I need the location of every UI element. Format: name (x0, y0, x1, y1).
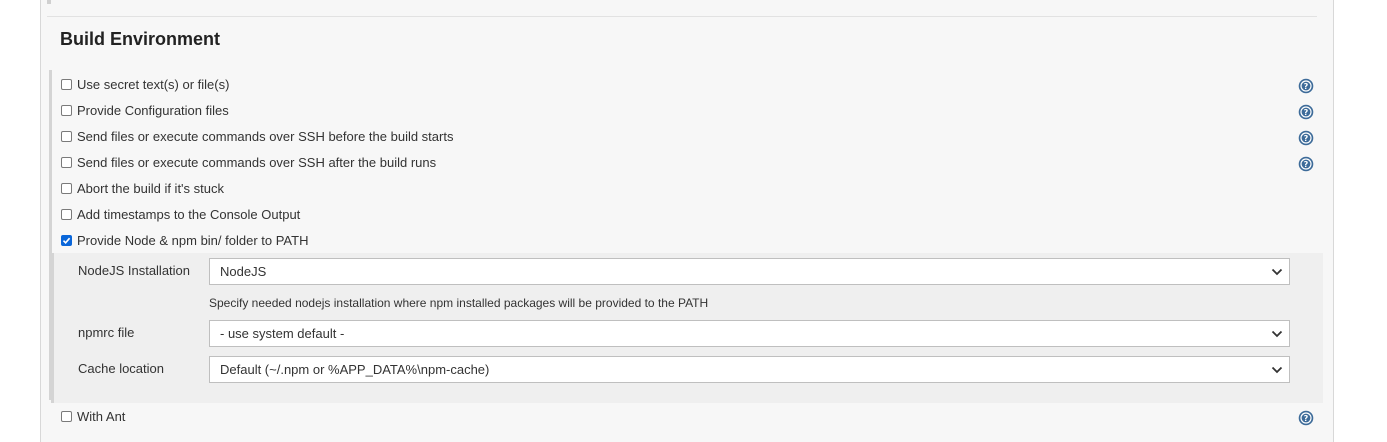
ssh-before-build-checkbox[interactable] (61, 130, 72, 142)
previous-section-edge (47, 0, 51, 4)
provide-configuration-files-label[interactable]: Provide Configuration files (77, 103, 229, 118)
nodejs-installation-select[interactable]: NodeJS (209, 258, 1290, 285)
npmrc-file-value: - use system default - (220, 326, 345, 341)
chevron-down-icon (1271, 268, 1283, 275)
svg-text:?: ? (1304, 414, 1309, 423)
ssh-after-build-checkbox[interactable] (61, 156, 72, 168)
option-with-ant[interactable]: With Ant (61, 406, 125, 426)
provide-node-npm-checkbox[interactable] (61, 234, 72, 246)
abort-if-stuck-label[interactable]: Abort the build if it's stuck (77, 181, 224, 196)
option-ssh-after-build[interactable]: Send files or execute commands over SSH … (61, 152, 436, 172)
section-title: Build Environment (60, 29, 221, 49)
chevron-down-icon (1271, 366, 1283, 373)
help-icon[interactable]: ? (1298, 410, 1314, 426)
svg-text:?: ? (1304, 160, 1309, 169)
option-provide-configuration-files[interactable]: Provide Configuration files (61, 100, 229, 120)
provide-node-npm-label[interactable]: Provide Node & npm bin/ folder to PATH (77, 233, 308, 248)
option-add-timestamps[interactable]: Add timestamps to the Console Output (61, 204, 300, 224)
npmrc-file-select[interactable]: - use system default - (209, 320, 1290, 347)
ssh-before-build-label[interactable]: Send files or execute commands over SSH … (77, 129, 453, 144)
nodejs-installation-label: NodeJS Installation (78, 263, 191, 278)
help-icon[interactable]: ? (1298, 104, 1314, 120)
help-icon[interactable]: ? (1298, 78, 1314, 94)
node-config-panel: NodeJS Installation NodeJS Specify neede… (51, 253, 1323, 403)
with-ant-checkbox[interactable] (61, 410, 72, 422)
provide-configuration-files-checkbox[interactable] (61, 104, 72, 116)
cache-location-value: Default (~/.npm or %APP_DATA%\npm-cache) (220, 362, 490, 377)
help-icon[interactable]: ? (1298, 130, 1314, 146)
nodejs-installation-hint: Specify needed nodejs installation where… (209, 296, 709, 310)
section-divider (47, 16, 1317, 17)
cache-location-select[interactable]: Default (~/.npm or %APP_DATA%\npm-cache) (209, 356, 1290, 383)
option-abort-if-stuck[interactable]: Abort the build if it's stuck (61, 178, 224, 198)
option-use-secret-text[interactable]: Use secret text(s) or file(s) (61, 74, 229, 94)
svg-text:?: ? (1304, 82, 1309, 91)
abort-if-stuck-checkbox[interactable] (61, 182, 72, 194)
add-timestamps-label[interactable]: Add timestamps to the Console Output (77, 207, 300, 222)
use-secret-text-label[interactable]: Use secret text(s) or file(s) (77, 77, 229, 92)
with-ant-label[interactable]: With Ant (77, 409, 125, 424)
use-secret-text-checkbox[interactable] (61, 78, 72, 90)
cache-location-label: Cache location (78, 361, 164, 376)
svg-text:?: ? (1304, 134, 1309, 143)
option-provide-node-npm[interactable]: Provide Node & npm bin/ folder to PATH (61, 230, 308, 250)
ssh-after-build-label[interactable]: Send files or execute commands over SSH … (77, 155, 436, 170)
help-icon[interactable]: ? (1298, 156, 1314, 172)
nodejs-installation-value: NodeJS (220, 264, 267, 279)
add-timestamps-checkbox[interactable] (61, 208, 72, 220)
chevron-down-icon (1271, 330, 1283, 337)
npmrc-file-label: npmrc file (78, 325, 135, 340)
option-ssh-before-build[interactable]: Send files or execute commands over SSH … (61, 126, 453, 146)
svg-text:?: ? (1304, 108, 1309, 117)
config-panel: Build Environment Use secret text(s) or … (40, 0, 1334, 442)
nested-indent-bar (51, 253, 54, 403)
